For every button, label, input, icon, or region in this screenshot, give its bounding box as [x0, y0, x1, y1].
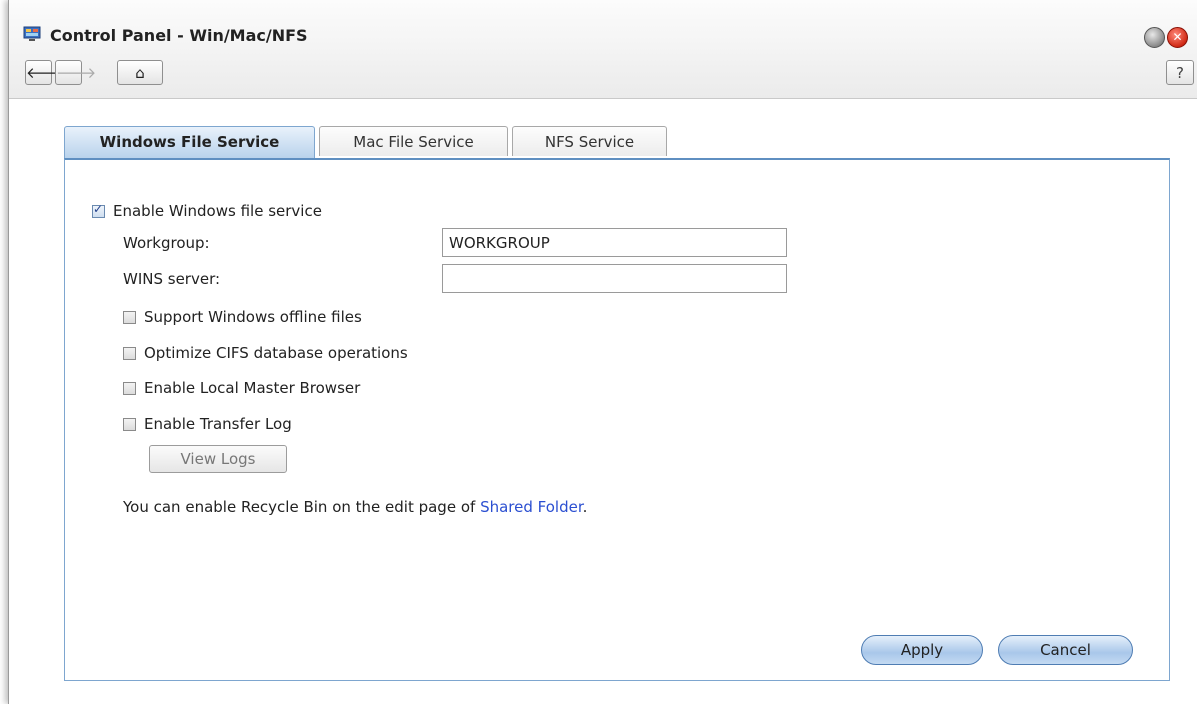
windows-file-service-panel: Enable Windows file service Workgroup: W… [64, 158, 1170, 681]
transfer-log-label: Enable Transfer Log [144, 415, 292, 433]
transfer-log-checkbox[interactable] [123, 417, 136, 431]
optimize-cifs-label: Optimize CIFS database operations [144, 344, 408, 362]
cancel-button[interactable]: Cancel [998, 635, 1133, 665]
option-row: Enable Transfer Log [123, 415, 292, 433]
local-master-browser-label: Enable Local Master Browser [144, 379, 361, 397]
home-button[interactable]: ⌂ [117, 60, 163, 85]
optimize-cifs-checkbox[interactable] [123, 346, 136, 360]
control-panel-icon [23, 26, 41, 41]
option-row: Optimize CIFS database operations [123, 344, 408, 362]
view-logs-button[interactable]: View Logs [149, 445, 287, 473]
info-suffix: . [582, 498, 588, 516]
close-icon[interactable]: ✕ [1167, 27, 1188, 48]
window-title: Control Panel - Win/Mac/NFS [50, 26, 308, 45]
option-row: Support Windows offline files [123, 308, 362, 326]
wins-server-label: WINS server: [123, 270, 221, 288]
help-icon: ? [1176, 64, 1184, 82]
home-icon: ⌂ [135, 64, 145, 82]
option-row: Enable Local Master Browser [123, 379, 360, 397]
shared-folder-link[interactable]: Shared Folder [480, 498, 583, 516]
workgroup-label: Workgroup: [123, 234, 210, 252]
offline-files-label: Support Windows offline files [144, 308, 362, 326]
info-text: You can enable Recycle Bin on the edit p… [123, 498, 481, 516]
enable-windows-checkbox[interactable] [92, 202, 105, 218]
wins-server-input[interactable] [442, 264, 787, 293]
tab-mac-file-service[interactable]: Mac File Service [319, 126, 508, 156]
recycle-bin-info: You can enable Recycle Bin on the edit p… [123, 498, 587, 516]
minimize-icon[interactable] [1144, 27, 1165, 48]
control-panel-window: Control Panel - Win/Mac/NFS ✕ 🡐 🡒 ⌂ ? Wi… [8, 0, 1197, 704]
help-button[interactable]: ? [1166, 60, 1194, 85]
local-master-browser-checkbox[interactable] [123, 381, 136, 395]
forward-arrow-icon: 🡒 [56, 64, 97, 82]
offline-files-checkbox[interactable] [123, 310, 136, 324]
tab-windows-file-service[interactable]: Windows File Service [64, 126, 315, 158]
workgroup-input[interactable] [442, 228, 787, 257]
apply-button[interactable]: Apply [861, 635, 983, 665]
enable-windows-row: Enable Windows file service [92, 202, 322, 220]
tab-nfs-service[interactable]: NFS Service [512, 126, 667, 156]
back-button[interactable]: 🡐 [25, 60, 66, 85]
forward-button[interactable]: 🡒 [55, 60, 96, 85]
title-bar: Control Panel - Win/Mac/NFS ✕ 🡐 🡒 ⌂ ? [9, 0, 1197, 99]
enable-windows-label: Enable Windows file service [113, 202, 322, 220]
